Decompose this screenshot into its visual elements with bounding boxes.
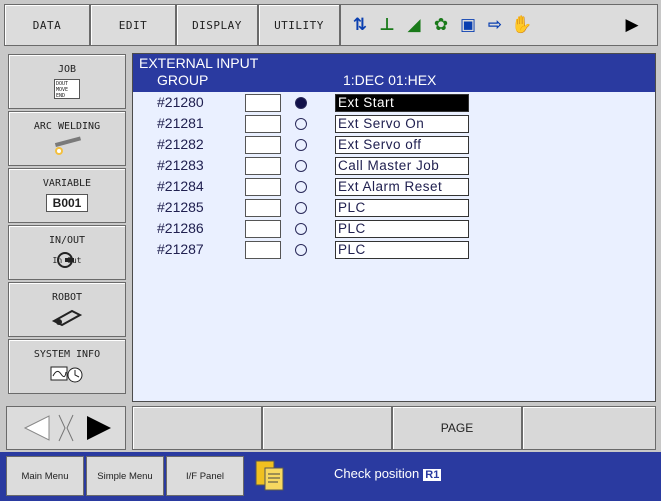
- forward-arrow-icon: [87, 416, 111, 440]
- sidebar-item-label: VARIABLE: [42, 178, 92, 189]
- sidebar-item-system-info[interactable]: SYSTEM INFO: [8, 339, 126, 394]
- sidebar-item-job[interactable]: JOB DOUT MOVE END: [8, 54, 126, 109]
- signal-name-field[interactable]: Ext Start: [335, 94, 469, 112]
- sidebar-item-in-out[interactable]: IN/OUT In Out: [8, 225, 126, 280]
- signal-status-icon: [295, 139, 307, 151]
- sidebar-item-arc-welding[interactable]: ARC WELDING: [8, 111, 126, 166]
- function-bar: PAGE: [0, 404, 661, 452]
- main-menu-button[interactable]: Main Menu: [6, 456, 84, 496]
- robot-tag: R1: [423, 469, 442, 481]
- group-value-field[interactable]: [245, 157, 281, 175]
- signal-number: #21281: [157, 115, 204, 131]
- tool-icon[interactable]: ✿: [430, 14, 452, 36]
- axis-mode-icon[interactable]: ⇅: [349, 14, 371, 36]
- status-icon-strip: ⇅ ⊥ ◢ ✿ ▣ ⇨ ✋ ▶: [340, 4, 658, 46]
- job-icon: DOUT MOVE END: [54, 79, 80, 99]
- group-value-field[interactable]: [245, 199, 281, 217]
- main-menu-sidebar: JOB DOUT MOVE END ARC WELDING VARIABLE B…: [4, 52, 128, 402]
- robot-arm-icon: [50, 307, 84, 327]
- signal-number: #21287: [157, 241, 204, 257]
- welding-torch-icon: [49, 136, 85, 156]
- signal-name-field[interactable]: Ext Alarm Reset: [335, 178, 469, 196]
- speed-icon[interactable]: ◢: [403, 14, 425, 36]
- signal-number: #21286: [157, 220, 204, 236]
- signal-status-icon: [295, 223, 307, 235]
- sidebar-item-label: ARC WELDING: [33, 121, 101, 132]
- signal-name-field[interactable]: PLC: [335, 199, 469, 217]
- signal-name-field[interactable]: Call Master Job: [335, 157, 469, 175]
- sidebar-item-variable[interactable]: VARIABLE B001: [8, 168, 126, 223]
- page-title: EXTERNAL INPUT: [139, 55, 259, 71]
- group-value-field[interactable]: [245, 178, 281, 196]
- group-value-field[interactable]: [245, 136, 281, 154]
- group-value-field[interactable]: [245, 241, 281, 259]
- signal-name-field[interactable]: PLC: [335, 220, 469, 238]
- signal-status-icon: [295, 118, 307, 130]
- tab-display[interactable]: DISPLAY: [176, 4, 258, 46]
- variable-badge: B001: [45, 193, 89, 213]
- signal-name-field[interactable]: PLC: [335, 241, 469, 259]
- if-panel-button[interactable]: I/F Panel: [166, 456, 244, 496]
- signal-number: #21283: [157, 157, 204, 173]
- sidebar-item-label: JOB: [57, 64, 77, 75]
- group-label: GROUP: [157, 72, 209, 88]
- signal-number: #21280: [157, 94, 204, 110]
- external-input-panel: EXTERNAL INPUT GROUP 1:DEC 01:HEX #21280…: [132, 53, 656, 402]
- table-row: #21287 PLC: [133, 241, 655, 259]
- panel-header: EXTERNAL INPUT GROUP 1:DEC 01:HEX: [133, 54, 655, 92]
- function-button-2[interactable]: [262, 406, 392, 450]
- tab-edit[interactable]: EDIT: [90, 4, 176, 46]
- signal-name-field[interactable]: Ext Servo off: [335, 136, 469, 154]
- tab-utility[interactable]: UTILITY: [258, 4, 340, 46]
- table-row: #21284 Ext Alarm Reset: [133, 178, 655, 196]
- job-icon[interactable]: ▣: [457, 14, 479, 36]
- signal-number: #21282: [157, 136, 204, 152]
- system-info-icon: [49, 364, 85, 384]
- group-value-field[interactable]: [245, 115, 281, 133]
- in-out-icon: In Out: [53, 250, 81, 270]
- table-row: #21285 PLC: [133, 199, 655, 217]
- signal-status-icon: [295, 97, 307, 109]
- signal-number: #21284: [157, 178, 204, 194]
- signal-name-field[interactable]: Ext Servo On: [335, 115, 469, 133]
- back-arrow-icon: [23, 415, 50, 441]
- page-button[interactable]: PAGE: [392, 406, 522, 450]
- tab-data[interactable]: DATA: [4, 4, 90, 46]
- coordinate-frame-icon[interactable]: ⊥: [376, 14, 398, 36]
- signal-number: #21285: [157, 199, 204, 215]
- signal-status-icon: [295, 202, 307, 214]
- function-button-1[interactable]: [132, 406, 262, 450]
- clipboard-icon: [252, 458, 288, 494]
- sidebar-item-robot[interactable]: ROBOT: [8, 282, 126, 337]
- hand-icon[interactable]: ✋: [511, 14, 533, 36]
- top-menu-bar: DATA EDIT DISPLAY UTILITY ⇅ ⊥ ◢ ✿ ▣ ⇨ ✋ …: [0, 0, 661, 50]
- table-row: #21286 PLC: [133, 220, 655, 238]
- group-value-field[interactable]: [245, 94, 281, 112]
- table-row: #21282 Ext Servo off: [133, 136, 655, 154]
- function-button-4[interactable]: [522, 406, 656, 450]
- page-nav: [6, 406, 126, 450]
- expand-icon[interactable]: ▶: [621, 14, 643, 36]
- table-row: #21281 Ext Servo On: [133, 115, 655, 133]
- format-label: 1:DEC 01:HEX: [343, 72, 437, 88]
- status-bar: Main Menu Simple Menu I/F Panel Check po…: [0, 452, 661, 501]
- simple-menu-button[interactable]: Simple Menu: [86, 456, 164, 496]
- forward-icon[interactable]: ⇨: [484, 14, 506, 36]
- table-row: #21283 Call Master Job: [133, 157, 655, 175]
- status-message: Check position R1: [334, 466, 442, 481]
- signal-status-icon: [295, 244, 307, 256]
- group-value-field[interactable]: [245, 220, 281, 238]
- table-row: #21280 Ext Start: [133, 94, 655, 112]
- signal-status-icon: [295, 181, 307, 193]
- signal-status-icon: [295, 160, 307, 172]
- sidebar-item-label: ROBOT: [51, 292, 83, 303]
- sidebar-item-label: SYSTEM INFO: [33, 349, 101, 360]
- sidebar-item-label: IN/OUT: [48, 235, 86, 246]
